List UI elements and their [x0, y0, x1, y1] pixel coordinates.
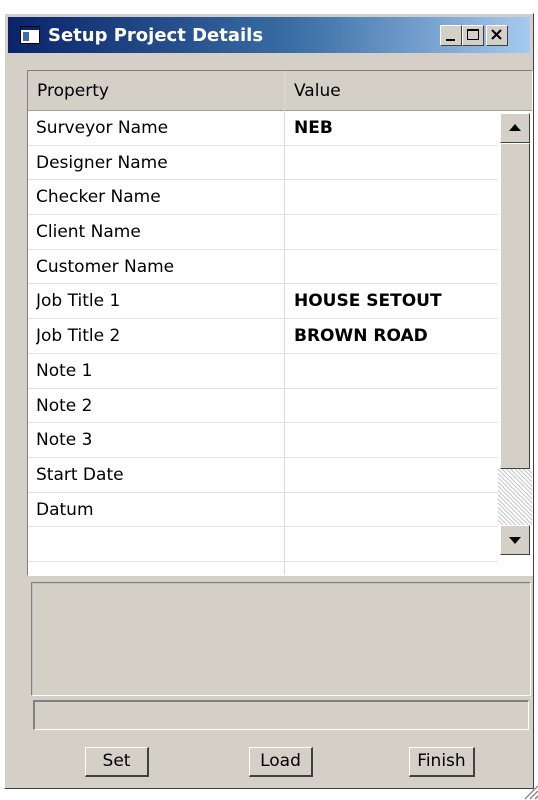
close-icon	[491, 29, 502, 40]
property-cell: Job Title 2	[36, 326, 121, 347]
table-row[interactable]: Note 3	[28, 423, 498, 458]
column-header-value[interactable]: Value	[285, 71, 532, 111]
value-cell[interactable]	[294, 146, 498, 181]
table-row[interactable]: Client Name	[28, 215, 498, 250]
description-panel	[31, 582, 531, 696]
maximize-button[interactable]	[462, 25, 484, 46]
table-row[interactable]: Note 2	[28, 389, 498, 424]
value-cell[interactable]: NEB	[294, 111, 498, 146]
vertical-scrollbar[interactable]	[498, 111, 532, 575]
property-cell: Surveyor Name	[36, 118, 169, 138]
property-cell: Job Title 1	[36, 291, 121, 312]
table-row[interactable]: Note 1	[28, 354, 498, 389]
property-grid: Property Value Surveyor Name NEB Designe…	[27, 70, 533, 576]
property-cell: Note 1	[36, 360, 93, 381]
value-cell[interactable]	[294, 458, 498, 493]
window-app-icon	[20, 26, 40, 44]
table-row[interactable]: Datum	[28, 493, 498, 528]
arrow-down-icon	[509, 537, 521, 544]
close-button[interactable]	[486, 25, 508, 46]
table-row[interactable]	[28, 527, 498, 562]
minimize-button[interactable]	[440, 25, 462, 46]
table-row[interactable]: Job Title 2 BROWN ROAD	[28, 319, 498, 354]
property-cell: Datum	[36, 499, 94, 520]
property-cell: Start Date	[36, 464, 124, 485]
value-cell[interactable]	[294, 423, 498, 458]
column-header-property[interactable]: Property	[28, 71, 285, 111]
table-row[interactable]: Designer Name	[28, 146, 498, 181]
table-row[interactable]: Job Title 1 HOUSE SETOUT	[28, 284, 498, 320]
value-cell[interactable]	[294, 493, 498, 528]
property-cell: Checker Name	[36, 187, 161, 208]
scroll-down-button[interactable]	[500, 525, 530, 555]
property-cell: Note 3	[36, 430, 93, 451]
arrow-up-icon	[509, 124, 521, 131]
title-bar[interactable]: Setup Project Details	[8, 17, 530, 53]
property-cell	[36, 527, 284, 562]
setup-project-details-window: Setup Project Details Property Value Sur…	[4, 13, 538, 800]
value-cell[interactable]	[294, 527, 498, 562]
value-cell[interactable]	[294, 180, 498, 215]
set-button[interactable]: Set	[85, 747, 149, 777]
value-cell[interactable]	[294, 389, 498, 424]
value-cell[interactable]	[294, 250, 498, 285]
table-row[interactable]: Customer Name	[28, 250, 498, 285]
load-button[interactable]: Load	[249, 747, 313, 777]
window-title: Setup Project Details	[48, 25, 264, 46]
value-cell[interactable]: HOUSE SETOUT	[294, 284, 498, 319]
value-cell[interactable]	[294, 215, 498, 250]
property-cell: Designer Name	[36, 152, 168, 173]
resize-grip-icon[interactable]	[519, 780, 538, 800]
property-cell: Note 2	[36, 395, 93, 416]
maximize-icon	[467, 29, 479, 40]
value-cell[interactable]: BROWN ROAD	[294, 319, 498, 354]
property-cell: Client Name	[36, 222, 141, 243]
scroll-thumb[interactable]	[500, 143, 530, 469]
minimize-icon	[446, 39, 455, 41]
finish-button[interactable]: Finish	[409, 747, 475, 777]
table-row[interactable]: Surveyor Name NEB	[28, 111, 498, 146]
grid-rows: Surveyor Name NEB Designer Name Checker …	[28, 111, 498, 562]
status-field	[33, 700, 529, 730]
table-row[interactable]: Start Date	[28, 458, 498, 493]
scroll-up-button[interactable]	[500, 113, 530, 143]
value-cell[interactable]	[294, 354, 498, 389]
scroll-track[interactable]	[498, 469, 532, 525]
table-row[interactable]: Checker Name	[28, 180, 498, 216]
property-cell: Customer Name	[36, 256, 175, 277]
